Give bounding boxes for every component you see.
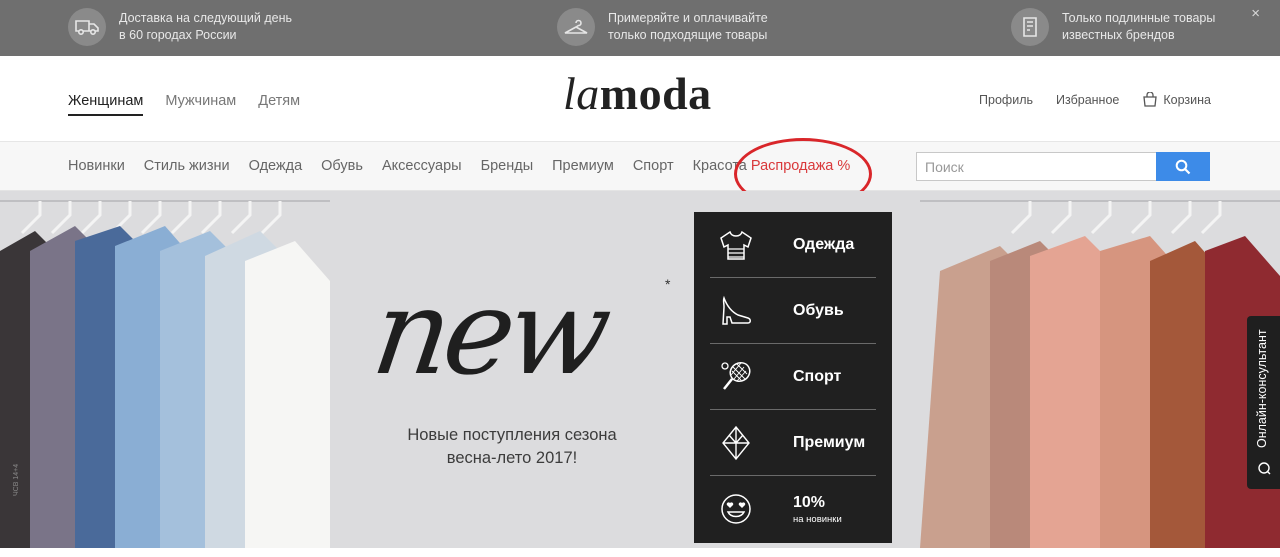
nav-sport[interactable]: Спорт [633,158,674,174]
panel-item-sport[interactable]: Спорт [710,344,876,410]
panel-item-premium[interactable]: Премиум [710,410,876,476]
search-bar [916,152,1210,181]
gender-women[interactable]: Женщинам [68,93,144,116]
promo-authentic: Только подлинные товары известных брендов [1011,8,1215,46]
truck-icon [68,8,106,46]
hanger-icon [557,8,595,46]
promo-line: Примеряйте и оплачивайте [608,11,768,25]
search-icon [1175,159,1191,174]
bag-icon [1143,92,1158,107]
panel-item-clothing[interactable]: Одежда [710,212,876,278]
clothes-rack-right-image [920,200,1280,548]
nav-beauty[interactable]: Красота [693,158,747,174]
banner-star: * [665,276,671,292]
panel-item-label: Спорт [793,367,842,385]
discount-note: на новинки [793,513,842,525]
online-consultant-tab[interactable]: Онлайн-консультант [1247,316,1280,489]
banner-subtitle-line: Новые поступления сезона [407,426,617,444]
logo[interactable]: lamoda [563,67,712,120]
close-icon[interactable]: × [1251,5,1260,22]
user-links: Профиль Избранное Корзина [956,92,1211,107]
nav-clothing[interactable]: Одежда [249,158,303,174]
nav-sale[interactable]: Распродажа % [751,158,850,174]
promo-fitting: Примеряйте и оплачивайте только подходящи… [557,8,768,46]
panel-item-label: Премиум [793,433,866,451]
promo-bar: Доставка на следующий день в 60 городах Р… [0,0,1280,56]
nav-brands[interactable]: Бренды [481,158,534,174]
chat-icon [1258,462,1271,475]
banner-subtitle-line: весна-лето 2017! [446,449,578,467]
search-input[interactable] [916,152,1156,181]
banner-code: ЧСВ 14+4 [13,463,20,496]
panel-item-shoes[interactable]: Обувь [710,278,876,344]
panel-item-label: 10% на новинки [793,494,842,525]
panel-item-label: Обувь [793,301,844,319]
gender-nav: Женщинам Мужчинам Детям [68,93,322,116]
logo-la: la [563,68,600,119]
panel-item-label: Одежда [793,235,855,253]
tag-icon [1011,8,1049,46]
panel-item-discount[interactable]: 10% на новинки [710,476,876,542]
tennis-racket-icon [710,359,762,395]
favorites-link[interactable]: Избранное [1056,93,1119,107]
promo-line: Доставка на следующий день [119,11,293,25]
gender-men[interactable]: Мужчинам [165,93,236,116]
category-panel: Одежда Обувь Спорт Премиум 10% на новинк… [694,212,892,543]
promo-delivery: Доставка на следующий день в 60 городах Р… [68,8,292,46]
promo-line: только подходящие товары [608,28,768,42]
sweater-icon [710,229,762,261]
banner-headline: new [365,263,614,401]
promo-line: в 60 городах России [119,28,237,42]
high-heel-icon [710,294,762,328]
discount-value: 10% [793,493,826,511]
cart-label: Корзина [1163,92,1211,107]
gender-kids[interactable]: Детям [258,93,300,116]
banner-bottom-strip [0,548,1280,557]
logo-moda: moda [599,68,712,119]
header: Женщинам Мужчинам Детям lamoda Профиль И… [0,56,1280,142]
smiley-icon [710,492,762,526]
nav-premium[interactable]: Премиум [552,158,614,174]
nav-shoes[interactable]: Обувь [321,158,363,174]
clothes-rack-left-image [0,200,330,548]
nav-lifestyle[interactable]: Стиль жизни [144,158,230,174]
promo-line: Только подлинные товары [1062,11,1216,25]
search-button[interactable] [1156,152,1210,181]
diamond-icon [710,425,762,461]
cart-link[interactable]: Корзина [1142,92,1211,107]
nav-new[interactable]: Новинки [68,158,125,174]
profile-link[interactable]: Профиль [979,93,1033,107]
promo-line: известных брендов [1062,28,1175,42]
hero-banner[interactable]: new * Новые поступления сезона весна-лет… [0,191,1280,548]
nav-accessories[interactable]: Аксессуары [382,158,462,174]
banner-subtitle: Новые поступления сезона весна-лето 2017… [390,424,634,470]
consultant-label: Онлайн-консультант [1255,329,1269,448]
